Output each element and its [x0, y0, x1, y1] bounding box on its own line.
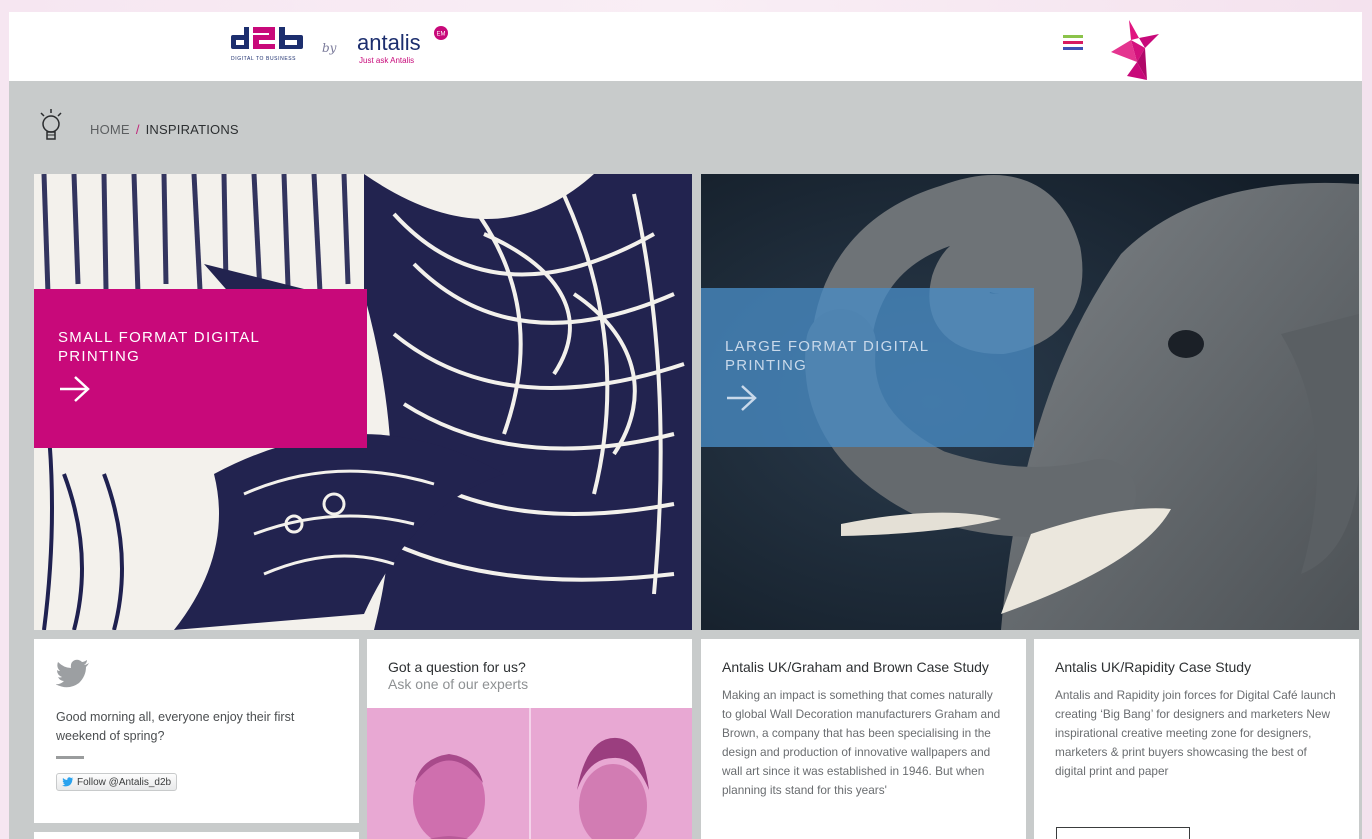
large-format-overlay[interactable]: LARGE FORMAT DIGITAL PRINTING: [701, 288, 1034, 447]
read-more-button[interactable]: [1056, 827, 1190, 839]
ask-expert-subtitle: Ask one of our experts: [388, 676, 529, 692]
svg-text:Just ask Antalis: Just ask Antalis: [359, 56, 414, 65]
large-format-title: LARGE FORMAT DIGITAL PRINTING: [725, 338, 929, 374]
large-format-tile[interactable]: LARGE FORMAT DIGITAL PRINTING: [701, 174, 1359, 630]
svg-text:antalis: antalis: [357, 30, 421, 55]
svg-text:EM: EM: [437, 32, 446, 38]
twitter-card: Good morning all, everyone enjoy their f…: [34, 639, 359, 823]
small-format-overlay[interactable]: SMALL FORMAT DIGITAL PRINTING: [34, 289, 367, 448]
lightbulb-icon: [40, 109, 62, 140]
photo-divider: [529, 708, 531, 839]
breadcrumb-current: INSPIRATIONS: [145, 122, 239, 137]
menu-stripe: [1063, 47, 1083, 50]
follow-label: Follow @Antalis_d2b: [77, 776, 172, 788]
twitter-follow-button[interactable]: Follow @Antalis_d2b: [56, 773, 178, 791]
page-frame: DIGITAL TO BUSINESS by antalis EM Just a…: [9, 12, 1362, 839]
site-header: DIGITAL TO BUSINESS by antalis EM Just a…: [9, 12, 1362, 81]
expert-photos[interactable]: [367, 708, 692, 839]
svg-text:DIGITAL TO BUSINESS: DIGITAL TO BUSINESS: [231, 56, 296, 62]
breadcrumb-bar: HOME / INSPIRATIONS: [9, 81, 1362, 171]
secondary-card: [34, 832, 359, 839]
ask-expert-title: Got a question for us?: [388, 659, 526, 675]
origami-bird-icon[interactable]: [1103, 18, 1163, 82]
arrow-right-icon[interactable]: [58, 374, 92, 404]
breadcrumb: HOME / INSPIRATIONS: [90, 122, 239, 137]
antalis-logo[interactable]: antalis EM Just ask Antalis: [357, 26, 453, 68]
case-study-card-graham-brown[interactable]: Antalis UK/Graham and Brown Case Study M…: [701, 639, 1026, 839]
small-format-tile[interactable]: SMALL FORMAT DIGITAL PRINTING: [34, 174, 692, 630]
case-study-excerpt: Antalis and Rapidity join forces for Dig…: [1055, 688, 1336, 778]
tweet-text: Good morning all, everyone enjoy their f…: [56, 710, 295, 743]
small-format-title: SMALL FORMAT DIGITAL PRINTING: [58, 329, 260, 365]
d2b-logo[interactable]: DIGITAL TO BUSINESS: [231, 25, 307, 67]
case-study-title[interactable]: Antalis UK/Rapidity Case Study: [1055, 659, 1338, 676]
menu-stripe: [1063, 35, 1083, 38]
tweet-divider: [56, 756, 84, 759]
logo-by-text: by: [322, 41, 337, 55]
ask-expert-card[interactable]: Got a question for us? Ask one of our ex…: [367, 639, 692, 839]
breadcrumb-separator: /: [135, 122, 140, 137]
twitter-bird-icon: [62, 777, 74, 787]
twitter-bird-icon[interactable]: [55, 659, 90, 689]
arrow-right-icon[interactable]: [725, 383, 759, 413]
case-study-title[interactable]: Antalis UK/Graham and Brown Case Study: [722, 659, 1005, 676]
case-study-card-rapidity[interactable]: Antalis UK/Rapidity Case Study Antalis a…: [1034, 639, 1359, 839]
hamburger-icon[interactable]: [1063, 35, 1083, 51]
ask-expert-header: Got a question for us? Ask one of our ex…: [367, 639, 692, 708]
breadcrumb-home-link[interactable]: HOME: [90, 122, 130, 137]
menu-stripe: [1063, 41, 1083, 44]
case-study-excerpt: Making an impact is something that comes…: [722, 688, 1001, 797]
